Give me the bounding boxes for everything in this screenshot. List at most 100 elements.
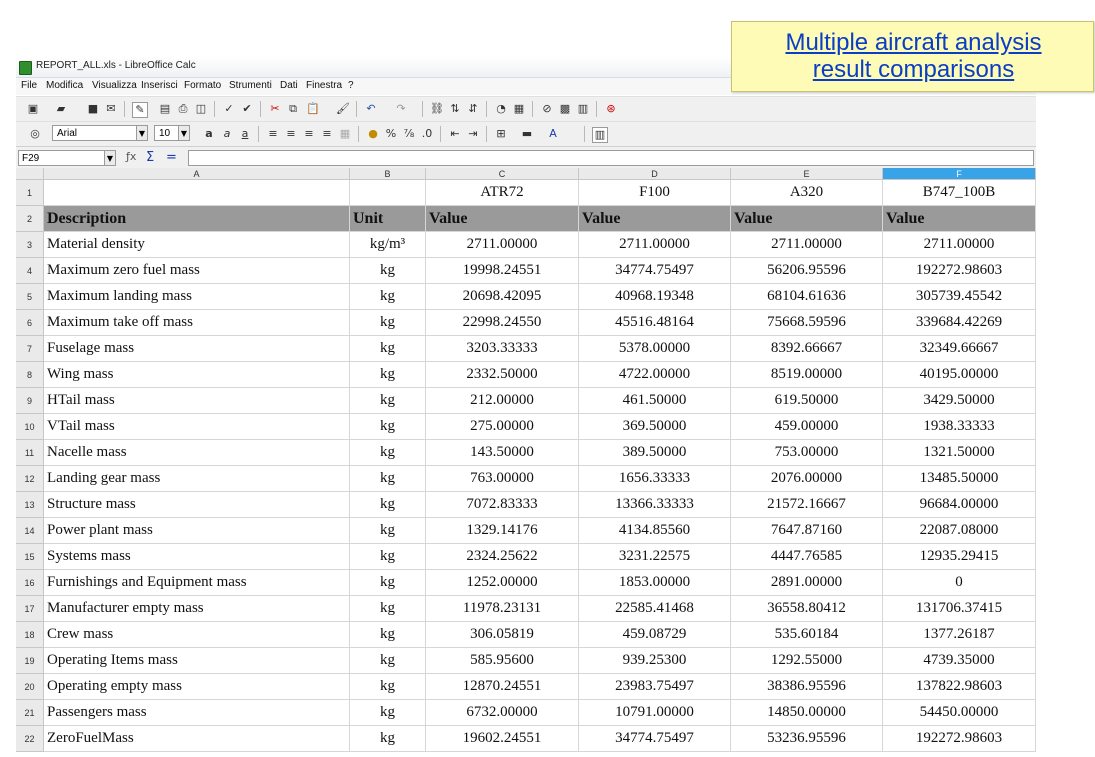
underline-icon[interactable]: a: [238, 127, 252, 141]
redo-icon[interactable]: ↷: [394, 102, 408, 116]
align-right-icon[interactable]: ≡: [302, 127, 316, 141]
zoom-icon[interactable]: ⊘: [540, 102, 554, 116]
row-header[interactable]: 14: [16, 518, 44, 544]
row-header[interactable]: 12: [16, 466, 44, 492]
cell-c[interactable]: 2324.25622: [426, 544, 579, 570]
cell-e[interactable]: 459.00000: [731, 414, 883, 440]
cell-c[interactable]: 20698.42095: [426, 284, 579, 310]
cell-d[interactable]: 22585.41468: [579, 596, 731, 622]
cell-d[interactable]: 45516.48164: [579, 310, 731, 336]
cell-d[interactable]: 23983.75497: [579, 674, 731, 700]
cell-c[interactable]: 6732.00000: [426, 700, 579, 726]
cell-a[interactable]: HTail mass: [44, 388, 350, 414]
export-pdf-icon[interactable]: ▤: [158, 102, 172, 116]
name-box[interactable]: F29: [18, 150, 106, 166]
select-all-corner[interactable]: [16, 168, 44, 180]
font-name-dropdown-icon[interactable]: ▼: [136, 125, 148, 141]
cell-b[interactable]: kg/m³: [350, 232, 426, 258]
cell-a[interactable]: ZeroFuelMass: [44, 726, 350, 752]
row-header[interactable]: 20: [16, 674, 44, 700]
cell-e[interactable]: 21572.16667: [731, 492, 883, 518]
cell-f[interactable]: 12935.29415: [883, 544, 1036, 570]
cell-c[interactable]: 11978.23131: [426, 596, 579, 622]
cell-a[interactable]: Furnishings and Equipment mass: [44, 570, 350, 596]
cell-a[interactable]: Manufacturer empty mass: [44, 596, 350, 622]
row-header[interactable]: 17: [16, 596, 44, 622]
cell-c[interactable]: 2332.50000: [426, 362, 579, 388]
cell-e[interactable]: 2891.00000: [731, 570, 883, 596]
cell-b[interactable]: kg: [350, 492, 426, 518]
align-center-icon[interactable]: ≡: [284, 127, 298, 141]
column-header-d[interactable]: D: [579, 168, 731, 180]
cell-f[interactable]: Value: [883, 206, 1036, 232]
cell-d[interactable]: 4722.00000: [579, 362, 731, 388]
cell-b[interactable]: kg: [350, 596, 426, 622]
cell-e[interactable]: Value: [731, 206, 883, 232]
cell-f[interactable]: 2711.00000: [883, 232, 1036, 258]
cell-a[interactable]: Structure mass: [44, 492, 350, 518]
menu-file[interactable]: File: [21, 80, 37, 91]
menu-formato[interactable]: Formato: [184, 80, 221, 91]
cell-f[interactable]: 131706.37415: [883, 596, 1036, 622]
cell-f[interactable]: 54450.00000: [883, 700, 1036, 726]
cell-d[interactable]: 459.08729: [579, 622, 731, 648]
cell-e[interactable]: 619.50000: [731, 388, 883, 414]
cell-e[interactable]: 753.00000: [731, 440, 883, 466]
spellcheck-icon[interactable]: ✓: [222, 102, 236, 116]
new-document-icon[interactable]: ▣: [26, 102, 40, 116]
cell-d[interactable]: 2711.00000: [579, 232, 731, 258]
cell-b[interactable]: kg: [350, 726, 426, 752]
function-icon[interactable]: =: [166, 150, 177, 165]
formula-input[interactable]: [188, 150, 1034, 166]
cell-f[interactable]: 4739.35000: [883, 648, 1036, 674]
merge-cells-icon[interactable]: ▦: [338, 127, 352, 141]
cell-d[interactable]: 1656.33333: [579, 466, 731, 492]
insert-chart-icon[interactable]: ◔: [494, 102, 508, 116]
cell-d[interactable]: F100: [579, 180, 731, 206]
cell-f[interactable]: 40195.00000: [883, 362, 1036, 388]
cell-d[interactable]: 389.50000: [579, 440, 731, 466]
open-folder-icon[interactable]: ▰: [54, 102, 68, 116]
row-header[interactable]: 8: [16, 362, 44, 388]
cell-b[interactable]: kg: [350, 648, 426, 674]
cell-b[interactable]: kg: [350, 336, 426, 362]
row-header[interactable]: 21: [16, 700, 44, 726]
cell-f[interactable]: 22087.08000: [883, 518, 1036, 544]
cell-d[interactable]: 5378.00000: [579, 336, 731, 362]
cell-e[interactable]: 4447.76585: [731, 544, 883, 570]
cell-c[interactable]: 12870.24551: [426, 674, 579, 700]
navigator-icon[interactable]: ▥: [576, 102, 590, 116]
cell-f[interactable]: 0: [883, 570, 1036, 596]
cell-d[interactable]: 1853.00000: [579, 570, 731, 596]
justify-icon[interactable]: ≡: [320, 127, 334, 141]
cell-a[interactable]: Power plant mass: [44, 518, 350, 544]
cell-c[interactable]: 22998.24550: [426, 310, 579, 336]
cell-d[interactable]: 369.50000: [579, 414, 731, 440]
borders-icon[interactable]: ⊞: [494, 127, 508, 141]
cell-e[interactable]: 56206.95596: [731, 258, 883, 284]
percent-icon[interactable]: %: [384, 127, 398, 141]
cell-f[interactable]: 192272.98603: [883, 726, 1036, 752]
row-header[interactable]: 18: [16, 622, 44, 648]
row-header[interactable]: 16: [16, 570, 44, 596]
paste-icon[interactable]: 📋: [306, 102, 320, 116]
cell-b[interactable]: kg: [350, 622, 426, 648]
cell-d[interactable]: 4134.85560: [579, 518, 731, 544]
sort-ascending-icon[interactable]: ⇅: [448, 102, 462, 116]
cell-c[interactable]: 212.00000: [426, 388, 579, 414]
menu-help[interactable]: ?: [348, 80, 354, 91]
clone-formatting-icon[interactable]: 🖌: [336, 102, 350, 116]
styles-icon[interactable]: ◎: [28, 127, 42, 141]
row-header[interactable]: 15: [16, 544, 44, 570]
cell-e[interactable]: 36558.80412: [731, 596, 883, 622]
hyperlink-icon[interactable]: ⛓: [430, 102, 444, 116]
cell-b[interactable]: kg: [350, 362, 426, 388]
align-left-icon[interactable]: ≡: [266, 127, 280, 141]
row-header[interactable]: 10: [16, 414, 44, 440]
cell-c[interactable]: 143.50000: [426, 440, 579, 466]
cell-d[interactable]: 13366.33333: [579, 492, 731, 518]
cell-d[interactable]: 34774.75497: [579, 726, 731, 752]
cell-b[interactable]: Unit: [350, 206, 426, 232]
cell-f[interactable]: 305739.45542: [883, 284, 1036, 310]
cell-a[interactable]: VTail mass: [44, 414, 350, 440]
